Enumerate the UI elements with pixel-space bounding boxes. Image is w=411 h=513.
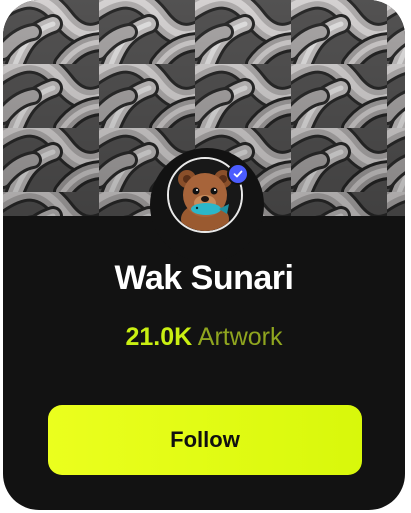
artwork-stat: 21.0K Artwork: [3, 318, 405, 356]
artwork-count: 21.0K: [125, 323, 193, 351]
artwork-label: Artwork: [197, 323, 283, 351]
verified-badge: [227, 163, 249, 185]
follow-button[interactable]: Follow: [48, 405, 362, 475]
profile-name: Wak Sunari: [114, 259, 294, 297]
verified-check-icon: [233, 170, 243, 178]
page-frame: Wak Sunari 21.0K Artwork Follow: [0, 0, 411, 513]
profile-card: Wak Sunari 21.0K Artwork Follow: [3, 0, 405, 510]
